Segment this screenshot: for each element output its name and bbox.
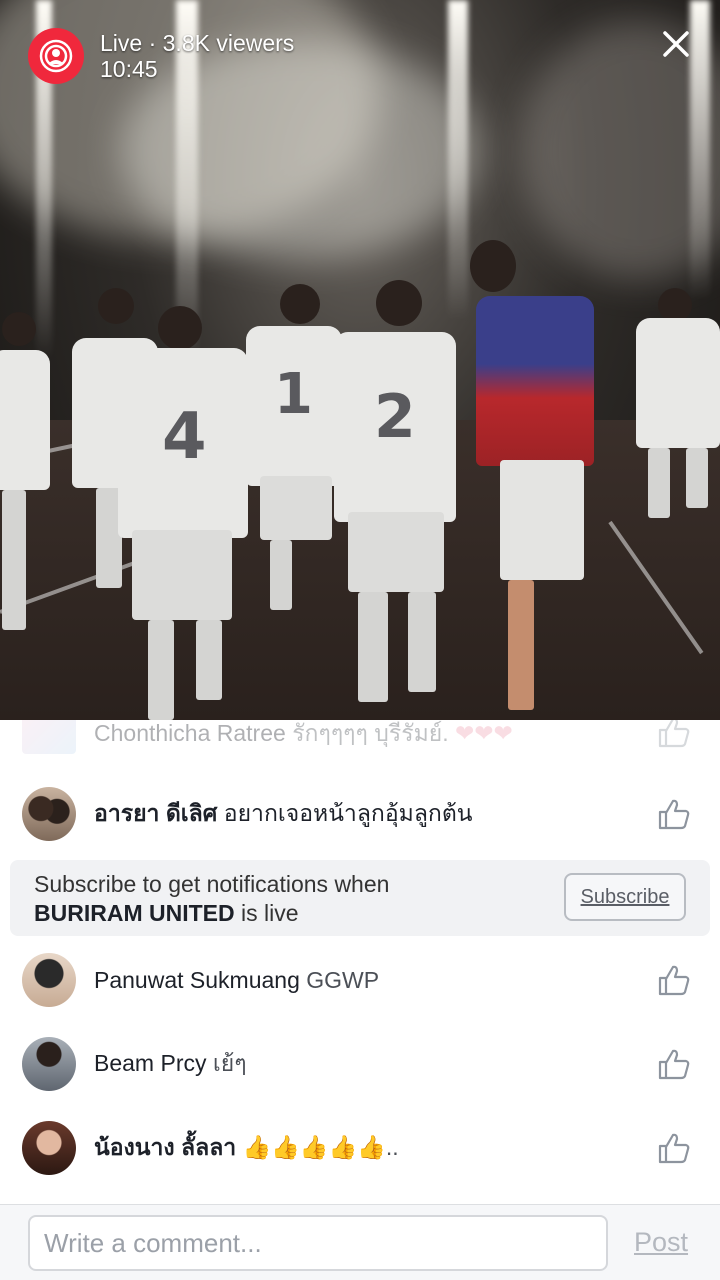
thumbs-up-icon[interactable]: [656, 796, 692, 832]
thumbs-up-icon[interactable]: [656, 962, 692, 998]
thumbs-up-icon[interactable]: [656, 1046, 692, 1082]
subscribe-prompt: Subscribe to get notifications when BURI…: [10, 860, 710, 936]
comment-text: Beam Prcy เย้ๆ: [94, 1046, 247, 1082]
avatar[interactable]: [22, 787, 76, 841]
live-status: Live · 3.8K viewers 10:45: [100, 30, 294, 82]
subscribe-button[interactable]: Subscribe: [564, 873, 686, 921]
comment-item: Panuwat Sukmuang GGWP: [0, 940, 720, 1020]
thumbs-up-icon[interactable]: [656, 1130, 692, 1166]
thumbs-up-icon[interactable]: [656, 720, 692, 750]
subscribe-message: Subscribe to get notifications when BURI…: [34, 870, 389, 928]
commenter-name[interactable]: อารยา ดีเลิศ: [94, 800, 217, 826]
comment-input[interactable]: [28, 1215, 608, 1271]
subscribe-text-prefix: Subscribe to get notifications when: [34, 871, 390, 897]
post-button[interactable]: Post: [634, 1227, 688, 1258]
comment-composer: Post: [0, 1204, 720, 1280]
page-name: BURIRAM UNITED: [34, 900, 235, 926]
commenter-name[interactable]: Chonthicha Ratree: [94, 720, 286, 746]
comment-message: GGWP: [306, 966, 380, 993]
light-beam: [448, 0, 468, 320]
comment-message: เย้ๆ: [212, 1050, 247, 1076]
close-icon: [663, 31, 689, 57]
comment-emoji: ❤❤❤: [455, 720, 513, 746]
comment-message: อยากเจอหน้าลูกอุ้มลูกต้น: [223, 800, 473, 826]
commenter-name[interactable]: Beam Prcy: [94, 1050, 206, 1076]
comment-list[interactable]: Chonthicha Ratree รักๆๆๆๆ บุรีรัมย์. ❤❤❤…: [0, 720, 720, 1204]
comment-text: อารยา ดีเลิศ อยากเจอหน้าลูกอุ้มลูกต้น: [94, 796, 473, 832]
live-duration: 10:45: [100, 56, 158, 82]
comment-message: 👍👍👍👍👍..: [242, 1134, 399, 1160]
comment-item: อารยา ดีเลิศ อยากเจอหน้าลูกอุ้มลูกต้น: [0, 774, 720, 854]
subscribe-text-suffix: is live: [241, 900, 299, 926]
close-button[interactable]: [656, 24, 696, 64]
avatar[interactable]: [22, 953, 76, 1007]
comment-item: Beam Prcy เย้ๆ: [0, 1024, 720, 1104]
comment-item: Chonthicha Ratree รักๆๆๆๆ บุรีรัมย์. ❤❤❤: [0, 720, 720, 774]
live-indicator-icon: [28, 28, 84, 84]
viewer-count: Live · 3.8K viewers: [100, 30, 295, 56]
comment-item: น้องนาง ลั้ลลา 👍👍👍👍👍..: [0, 1108, 720, 1188]
commenter-name[interactable]: น้องนาง ลั้ลลา: [94, 1134, 236, 1160]
commenter-name[interactable]: Panuwat Sukmuang: [94, 967, 300, 993]
avatar[interactable]: [22, 1121, 76, 1175]
comment-message: รักๆๆๆๆ บุรีรัมย์.: [292, 720, 449, 746]
comment-text: Chonthicha Ratree รักๆๆๆๆ บุรีรัมย์. ❤❤❤: [94, 720, 513, 752]
comment-text: Panuwat Sukmuang GGWP: [94, 967, 379, 994]
avatar[interactable]: [22, 720, 76, 754]
comment-text: น้องนาง ลั้ลลา 👍👍👍👍👍..: [94, 1130, 399, 1166]
avatar[interactable]: [22, 1037, 76, 1091]
live-video[interactable]: 4 1 2 Live · 3.8K viewers 10:45: [0, 0, 720, 720]
